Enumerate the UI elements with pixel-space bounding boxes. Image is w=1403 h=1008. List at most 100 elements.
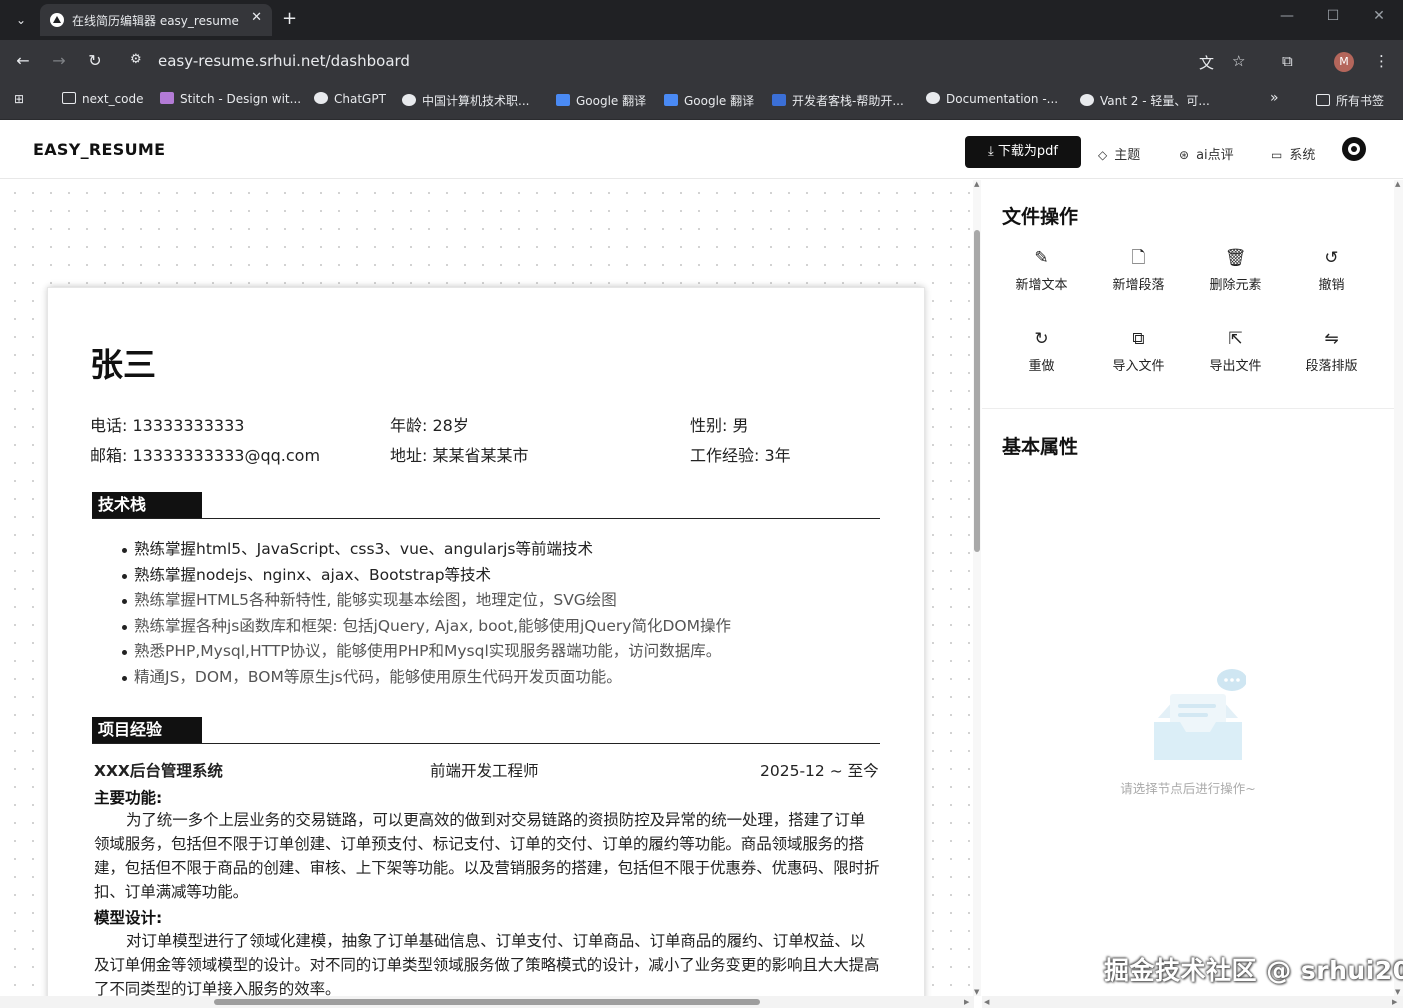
all-bookmarks[interactable]: 所有书签 [1316, 92, 1384, 109]
info-gender[interactable]: 性别: 男 [690, 412, 748, 436]
paragraph-layout-button[interactable]: ⇋ 段落排版 [1283, 327, 1380, 374]
add-paragraph-button[interactable]: 🗋 新增段落 [1090, 246, 1187, 293]
system-button[interactable]: ▭ 系统 [1271, 144, 1315, 163]
bookmark-item[interactable]: Google 翻译 [556, 92, 646, 109]
delete-element-button[interactable]: 🗑 删除元素 [1187, 246, 1284, 293]
editor-canvas[interactable]: 张三 电话: 13333333333 年龄: 28岁 性别: 男 邮箱: 133… [0, 180, 974, 996]
profile-avatar[interactable]: M [1334, 52, 1354, 72]
import-file-button[interactable]: ⧉ 导入文件 [1090, 327, 1187, 374]
bookmark-item[interactable]: ChatGPT [314, 92, 386, 106]
bookmark-item[interactable]: Vant 2 - 轻量、可... [1080, 92, 1210, 109]
list-item[interactable]: 熟练掌握html5、JavaScript、css3、vue、angularjs等… [122, 537, 894, 563]
list-item[interactable]: 熟练掌握nodejs、nginx、ajax、Bootstrap等技术 [122, 563, 894, 589]
scroll-up-icon[interactable]: ▲ [974, 180, 979, 188]
scrollbar-thumb[interactable] [974, 230, 980, 552]
redo-icon: ↻ [1034, 329, 1049, 349]
project-name[interactable]: XXX后台管理系统 [94, 759, 223, 781]
forward-icon[interactable]: → [48, 51, 70, 70]
list-item[interactable]: 熟练掌握HTML5各种新特性, 能够实现基本绘图，地理定位，SVG绘图 [122, 588, 894, 614]
tab-title: 在线简历编辑器 easy_resume [72, 14, 239, 28]
url-field[interactable]: easy-resume.srhui.net/dashboard [158, 52, 410, 70]
project-features-heading[interactable]: 主要功能: [94, 786, 162, 808]
info-experience[interactable]: 工作经验: 3年 [690, 442, 791, 466]
info-age[interactable]: 年龄: 28岁 [390, 412, 469, 436]
info-phone[interactable]: 电话: 13333333333 [90, 412, 244, 436]
canvas-horizontal-scrollbar[interactable]: ▶ [0, 996, 974, 1008]
list-item[interactable]: 精通JS，DOM，BOM等原生js代码，能够使用原生代码开发页面功能。 [122, 665, 894, 691]
scroll-up-icon[interactable]: ▲ [1395, 180, 1400, 188]
pen-icon: ✎ [1034, 248, 1049, 268]
maximize-icon[interactable]: ☐ [1318, 8, 1348, 24]
window-close-icon[interactable]: ✕ [1364, 8, 1394, 24]
redo-button[interactable]: ↻ 重做 [993, 327, 1090, 374]
scroll-right-icon[interactable]: ▶ [1392, 998, 1397, 1006]
export-file-button[interactable]: ⇱ 导出文件 [1187, 327, 1284, 374]
theme-button[interactable]: ◇ 主题 [1098, 144, 1140, 163]
swap-icon: ⇋ [1324, 329, 1339, 349]
bookmark-star-icon[interactable]: ☆ [1232, 52, 1245, 70]
app-header: EASY_RESUME ⤓ 下载为pdf ◇ 主题 ⊛ ai点评 ▭ 系统 [0, 121, 1403, 179]
download-icon: ⤓ [988, 144, 998, 159]
translate-icon[interactable]: 文 [1199, 52, 1214, 73]
diamond-icon: ◇ [1098, 148, 1108, 162]
resume-name[interactable]: 张三 [90, 338, 156, 386]
tab-close-icon[interactable]: ✕ [251, 10, 262, 25]
list-item[interactable]: 熟悉PHP,Mysql,HTTP协议，能够使用PHP和Mysql实现服务器端功能… [122, 639, 894, 665]
bookmark-item[interactable]: 开发者客栈-帮助开... [772, 92, 904, 109]
project-role[interactable]: 前端开发工程师 [430, 759, 539, 781]
empty-state-text: 请选择节点后进行操作~ [1120, 781, 1256, 796]
section-title-skills[interactable]: 技术栈 [92, 492, 880, 519]
ai-review-button[interactable]: ⊛ ai点评 [1179, 144, 1234, 163]
skills-list[interactable]: 熟练掌握html5、JavaScript、css3、vue、angularjs等… [122, 537, 894, 691]
project-model-heading[interactable]: 模型设计: [94, 906, 162, 928]
reload-icon[interactable]: ↻ [84, 51, 106, 70]
project-features-text[interactable]: 为了统一多个上层业务的交易链路，可以更高效的做到对交易链路的资损防控及异常的统一… [94, 808, 880, 904]
bookmark-item[interactable]: Documentation -... [926, 92, 1058, 106]
bookmark-item[interactable]: Stitch - Design wit... [160, 92, 301, 106]
project-period[interactable]: 2025-12 ~ 至今 [760, 759, 879, 781]
site-info-icon[interactable]: ⚙ [130, 52, 142, 67]
tab-search-chevron-icon[interactable]: ⌄ [10, 10, 32, 30]
undo-icon: ↺ [1324, 248, 1339, 268]
bookmark-item[interactable]: Google 翻译 [664, 92, 754, 109]
scroll-left-icon[interactable]: ◀ [984, 998, 989, 1006]
file-icon: 🗋 [1131, 248, 1146, 268]
bookmark-item[interactable]: 中国计算机技术职... [402, 92, 529, 109]
panel-horizontal-scrollbar[interactable]: ◀ ▶ [982, 996, 1403, 1008]
menu-kebab-icon[interactable]: ⋮ [1374, 52, 1389, 70]
extensions-icon[interactable]: ⧉ [1282, 52, 1293, 70]
app-logo[interactable]: EASY_RESUME [33, 140, 165, 159]
info-address[interactable]: 地址: 某某省某某市 [390, 442, 528, 466]
info-email[interactable]: 邮箱: 13333333333@qq.com [90, 442, 320, 466]
resume-page[interactable]: 张三 电话: 13333333333 年龄: 28岁 性别: 男 邮箱: 133… [48, 288, 924, 996]
section-title-projects[interactable]: 项目经验 [92, 717, 880, 744]
monitor-icon: ▭ [1271, 148, 1283, 162]
bookmark-item[interactable]: next_code [62, 92, 144, 106]
watermark: 掘金技术社区 @ srhui20 [1104, 956, 1403, 985]
site-favicon-icon [50, 13, 64, 27]
trash-icon: 🗑 [1224, 248, 1247, 268]
scroll-down-icon[interactable]: ▼ [1395, 988, 1400, 996]
add-text-button[interactable]: ✎ 新增文本 [993, 246, 1090, 293]
empty-inbox-icon [1154, 669, 1246, 760]
apps-grid-icon[interactable]: ⊞ [14, 92, 24, 106]
scrollbar-thumb[interactable] [214, 999, 760, 1005]
list-item[interactable]: 熟练掌握各种js函数库和框架: 包括jQuery, Ajax, boot,能够使… [122, 614, 894, 640]
minimize-icon[interactable]: — [1272, 8, 1302, 24]
basic-properties-title: 基本属性 [1002, 436, 1079, 458]
undo-button[interactable]: ↺ 撤销 [1283, 246, 1380, 293]
panel-vertical-scrollbar[interactable]: ▲ ▼ [1394, 180, 1403, 996]
project-model-text[interactable]: 对订单模型进行了领域化建模，抽象了订单基础信息、订单支付、订单商品、订单商品的履… [94, 929, 880, 996]
panel-divider [982, 408, 1394, 409]
back-icon[interactable]: ← [12, 51, 34, 70]
scroll-down-icon[interactable]: ▼ [974, 988, 979, 996]
browser-tab[interactable]: 在线简历编辑器 easy_resume ✕ [40, 4, 272, 36]
bookmarks-overflow-icon[interactable]: » [1270, 90, 1279, 106]
github-icon[interactable] [1342, 137, 1366, 161]
properties-panel: 文件操作 ✎ 新增文本 🗋 新增段落 🗑 删除元素 ↺ 撤销 ↻ 重做 ⧉ 导入… [982, 180, 1394, 996]
import-icon: ⧉ [1132, 329, 1145, 349]
download-pdf-button[interactable]: ⤓ 下载为pdf [965, 136, 1081, 168]
canvas-vertical-scrollbar[interactable]: ▲ ▼ [973, 180, 981, 996]
new-tab-icon[interactable]: + [282, 8, 297, 29]
scroll-right-icon[interactable]: ▶ [964, 998, 969, 1006]
